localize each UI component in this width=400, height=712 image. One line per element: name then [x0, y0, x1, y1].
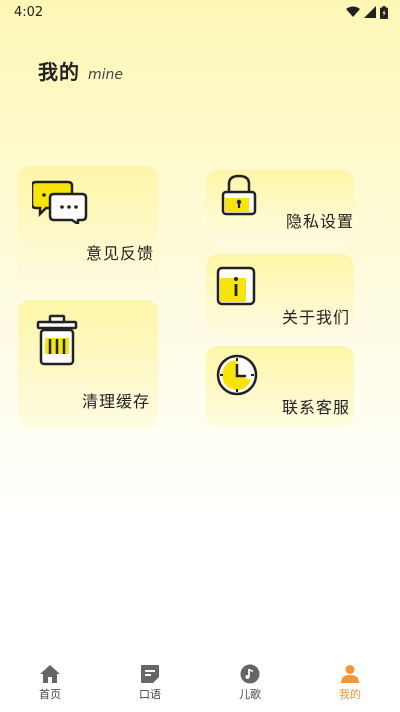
- status-time: 4:02: [14, 4, 44, 20]
- nav-mine[interactable]: 我的: [300, 652, 400, 712]
- home-icon: [40, 665, 60, 683]
- battery-icon: [380, 5, 388, 19]
- trash-icon: [36, 314, 78, 366]
- nav-speech[interactable]: 口语: [100, 652, 200, 712]
- feedback-label: 意见反馈: [86, 244, 155, 263]
- nav-home[interactable]: 首页: [0, 652, 100, 712]
- nav-music-label: 儿歌: [239, 688, 261, 701]
- about-label: 关于我们: [282, 308, 351, 327]
- signal-icon: [364, 6, 376, 18]
- nav-home-label: 首页: [39, 688, 61, 701]
- lock-icon: [221, 174, 257, 216]
- nav-music[interactable]: 儿歌: [200, 652, 300, 712]
- contact-card[interactable]: 联系客服: [206, 346, 354, 428]
- status-bar: 4:02: [0, 0, 400, 24]
- nav-mine-label: 我的: [339, 688, 361, 701]
- speech-icon: [141, 665, 159, 683]
- privacy-label: 隐私设置: [286, 212, 355, 231]
- status-icons: [346, 5, 388, 19]
- page-title: 我的 mine: [38, 56, 123, 85]
- wifi-icon: [346, 6, 360, 17]
- privacy-card[interactable]: 隐私设置: [206, 170, 354, 244]
- info-icon: [216, 266, 256, 306]
- about-card[interactable]: 关于我们: [206, 254, 354, 336]
- clear-cache-label: 清理缓存: [82, 392, 151, 411]
- chat-bubbles-icon: [32, 180, 88, 224]
- page-subtitle-text: mine: [88, 67, 124, 83]
- user-icon: [341, 665, 359, 683]
- page-title-text: 我的: [38, 60, 80, 84]
- contact-label: 联系客服: [282, 398, 351, 417]
- clear-cache-card[interactable]: 清理缓存: [18, 300, 158, 428]
- feedback-card[interactable]: 意见反馈: [18, 166, 158, 290]
- music-icon: [240, 664, 260, 684]
- bottom-nav: 首页 口语 儿歌 我的: [0, 652, 400, 712]
- nav-speech-label: 口语: [139, 688, 161, 701]
- clock-icon: [216, 354, 258, 396]
